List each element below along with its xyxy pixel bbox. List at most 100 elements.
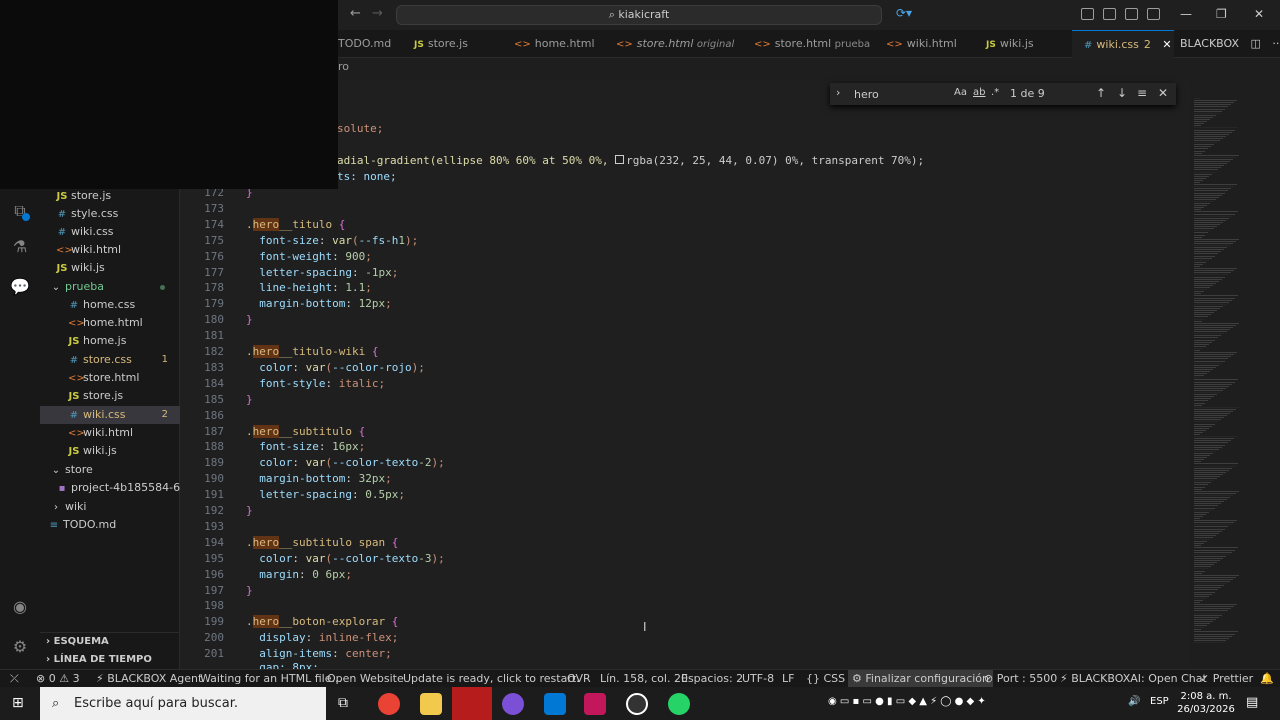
whatsapp-icon[interactable] [668,693,690,715]
vscode-icon[interactable] [544,693,566,715]
chrome-icon[interactable] [378,693,400,715]
indentation-setting[interactable]: Espacios: 2 [681,670,743,687]
cursor-position[interactable]: Lín. 158, col. 20 [600,670,688,687]
toggle-secondary-sidebar-icon[interactable] [1147,8,1160,20]
minimap-line [1194,581,1230,582]
blackbox-tab[interactable]: BLACKBOX ◫ ··· [1180,30,1280,58]
notifications-icon[interactable]: 🔔 [1260,670,1274,687]
tab-wiki-js[interactable]: JS wiki.js [974,30,1064,58]
input-language[interactable]: ESP [1150,696,1169,707]
tab-store-html-prueba[interactable]: <> store.html prueba [742,30,870,58]
tab-store-js[interactable]: JS store.js [404,30,488,58]
open-website-button[interactable]: Open Website [327,670,404,687]
folder-prueba[interactable]: ⌄ prueba [40,278,180,296]
task-view-icon[interactable]: ⧉ [338,695,348,711]
windows-start-icon[interactable]: ⊞ [12,695,24,711]
file-project-image[interactable]: ▪ project-4b185584-63... [40,479,198,497]
file-wiki-css[interactable]: # wiki.css [40,223,180,241]
tab-wiki-html[interactable]: <> wiki.html [874,30,968,58]
flask-icon[interactable]: ⚗ [10,237,30,257]
file-explorer-icon[interactable] [420,693,442,715]
obs-icon[interactable] [626,693,648,715]
find-in-selection-icon[interactable]: ≡ [1137,86,1147,100]
line-number: 177 [204,265,224,279]
close-window-icon[interactable]: ✕ [1254,7,1264,21]
tab-wiki-css[interactable]: # wiki.css 2 ✕ [1072,30,1174,58]
encoding-setting[interactable]: UTF-8 [742,670,774,687]
split-editor-icon[interactable]: ◫ [1251,37,1261,50]
finalize-setup-button[interactable]: ⚙ Finalizar configuración [848,670,994,687]
prettier-button[interactable]: ✓ Prettier [1200,670,1253,687]
account-icon[interactable]: ◉ [10,597,30,617]
minimap-line [1194,375,1204,377]
file-label: style.css [71,207,119,220]
eol-setting[interactable]: LF [782,670,794,687]
toggle-replace-icon[interactable]: › [836,86,840,99]
minimap-line [1194,287,1210,288]
copilot-icon[interactable]: ⟳▾ [896,6,912,20]
tab-todo-md[interactable]: TODO.md [338,30,402,58]
regex-toggle[interactable]: .* [991,87,999,98]
color-swatch-icon[interactable] [615,155,625,164]
restore-icon[interactable]: ❐ [1216,7,1227,21]
minimap[interactable] [1190,98,1270,669]
file-home-js[interactable]: JS home.js [40,332,180,350]
folder-wiki[interactable]: › wiki [40,498,180,516]
match-case-toggle[interactable]: Aa [954,87,967,98]
timeline-section-header[interactable]: › LÍNEA DE TIEMPO [40,651,180,669]
file-style-css[interactable]: # style.css [40,205,180,223]
file-store-js[interactable]: JS store.js [40,187,180,205]
toggle-primary-sidebar-icon[interactable] [1103,8,1116,20]
file-home-html[interactable]: <>home.html [40,314,180,332]
minimize-icon[interactable]: — [1180,7,1192,21]
update-notice[interactable]: Update is ready, click to restart. [403,670,580,687]
clock[interactable]: 2:08 a. m. 26/03/2026 [1176,690,1236,716]
browser-app-icon[interactable] [502,693,524,715]
chat-icon[interactable]: 💬 [10,277,30,297]
breadcrumb[interactable]: ro [338,60,349,73]
taskbar-search[interactable]: ⌕ Escribe aquí para buscar. [40,687,326,720]
customize-layout-icon[interactable] [1081,8,1094,20]
app-icon[interactable] [584,693,606,715]
outline-section-header[interactable]: › ESQUEMA [40,632,180,650]
file-wiki-html[interactable]: <>wiki.html [40,241,180,259]
blackbox-chat-button[interactable]: ⚡ BLACKBOXAI: Open Chat [1060,670,1207,687]
next-match-icon[interactable]: ↓ [1117,86,1127,100]
find-input[interactable] [850,85,1010,103]
forward-arrow-icon[interactable]: → [372,6,383,21]
waiting-status[interactable]: Waiting for an HTML file... [200,670,342,687]
tab-home-html[interactable]: <> home.html [502,30,598,58]
notification-center-icon[interactable]: ▤ [1246,695,1258,710]
previous-match-icon[interactable]: ↑ [1096,86,1106,100]
file-wiki-css-prueba[interactable]: # wiki.css 2 [40,406,180,424]
file-wiki-js-prueba[interactable]: JS wiki.js [40,442,180,460]
file-store-html[interactable]: <>store.html [40,369,180,387]
close-tab-icon[interactable]: ✕ [1162,38,1171,51]
opera-icon[interactable] [452,687,492,720]
live-server-port[interactable]: ⊘ Port : 5500 [984,670,1057,687]
overtype-indicator[interactable]: OVR [567,670,591,687]
file-store-js-prueba[interactable]: JS store.js [40,387,180,405]
file-wiki-js[interactable]: JS wiki.js [40,259,180,277]
problems-indicator[interactable]: ⊗ 0 ⚠ 3 [36,670,80,687]
file-store-css[interactable]: # store.css 1 [40,351,180,369]
language-mode[interactable]: {} CSS [806,670,845,687]
file-home-css[interactable]: # home.css [40,296,180,314]
tab-store-html-original[interactable]: <> store.html original [604,30,740,58]
back-arrow-icon[interactable]: ← [350,6,361,21]
remote-indicator-icon[interactable]: ⤫ [10,670,19,687]
problem-count-badge: 2 [1143,38,1151,51]
more-actions-icon[interactable]: ··· [1272,37,1280,50]
folder-store[interactable]: ⌄ store [40,461,180,479]
match-word-toggle[interactable]: ab [973,87,985,98]
file-todo-md[interactable]: ≡ TODO.md [40,516,180,534]
speaker-icon[interactable]: 🔊 [1128,696,1140,707]
system-tray-icons[interactable]: ◉ ▭ ▪ ▭ ● ▮ ▭ ◆ ▲ ⚡ ◯ ● ◆ ✦ [828,696,986,707]
file-wiki-html-prueba[interactable]: <>wiki.html [40,424,180,442]
close-find-icon[interactable]: ✕ [1158,86,1168,100]
command-center-search[interactable]: ⌕ kiakicraft [396,5,882,25]
minimap-line [1194,585,1224,587]
toggle-panel-icon[interactable] [1125,8,1138,20]
blackbox-agent-item[interactable]: ⚡ BLACKBOX Agent [96,670,202,687]
gear-icon[interactable]: ⚙ [10,637,30,657]
